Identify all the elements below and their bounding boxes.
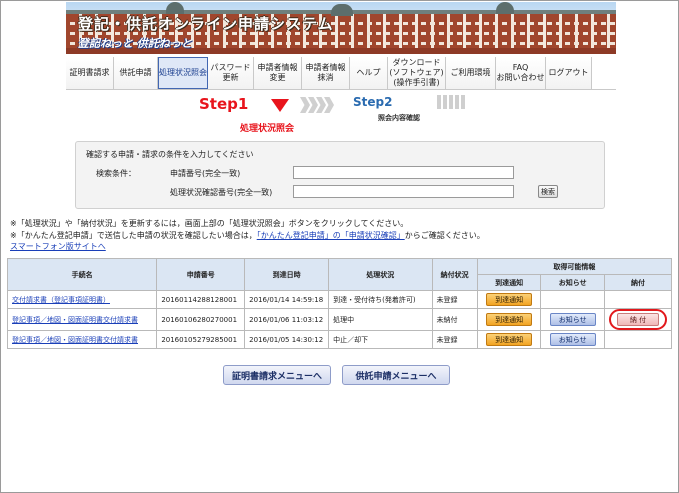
notice-button[interactable]: お知らせ bbox=[549, 313, 596, 326]
arrival-datetime-cell: 2016/01/05 14:30:12 bbox=[244, 330, 330, 349]
payment-status-cell: 未納付 bbox=[431, 308, 478, 331]
col-header-notice: お知らせ bbox=[540, 274, 605, 291]
procedure-link[interactable]: 交付請求書（登記事項証明書） bbox=[12, 296, 110, 304]
search-instruction: 確認する申請・請求の条件を入力してください bbox=[86, 150, 254, 159]
payment-cell bbox=[603, 330, 673, 349]
arrival-notice-button[interactable]: 到達通知 bbox=[486, 313, 533, 326]
col-header-arrival-notice: 到達通知 bbox=[476, 274, 542, 291]
step1-caption: 処理状況照会 bbox=[240, 124, 295, 134]
smartphone-site-link[interactable]: スマートフォン版サイトへ bbox=[10, 241, 106, 252]
arrival-datetime-cell: 2016/01/06 11:03:12 bbox=[244, 308, 330, 331]
step2-caption: 照会内容確認 bbox=[378, 114, 420, 122]
arrival-notice-cell: 到達通知 bbox=[476, 290, 542, 309]
status-cell: 処理中 bbox=[328, 308, 433, 331]
col-header-procedure: 手続名 bbox=[6, 258, 158, 291]
col-header-arrival-datetime: 到達日時 bbox=[244, 258, 330, 291]
col-header-status: 処理状況 bbox=[328, 258, 433, 291]
step1-label: Step1 bbox=[199, 95, 249, 113]
deposit-menu-button[interactable]: 供託申請メニューへ bbox=[342, 365, 450, 385]
nav-help[interactable]: ヘルプ bbox=[350, 57, 388, 89]
payment-button[interactable]: 納 付 bbox=[616, 313, 659, 326]
current-step-arrow-icon bbox=[271, 99, 289, 112]
application-number-label: 申請番号(完全一致) bbox=[170, 169, 241, 178]
application-no-cell: 20160106280270001 bbox=[156, 308, 246, 331]
search-button[interactable]: 検索 bbox=[538, 185, 558, 198]
col-header-payment-status: 納付状況 bbox=[431, 258, 478, 291]
table-row: 交付請求書（登記事項証明書） 20160114288128001 2016/01… bbox=[6, 290, 673, 309]
status-number-input[interactable] bbox=[293, 185, 514, 198]
status-results-table: 手続名 申請番号 到達日時 処理状況 納付状況 取得可能情報 到達通知 お知らせ… bbox=[6, 258, 673, 349]
note-easy-registration-pre: ※「かんたん登記申請」で送信した申請の状況を確認したい場合は， bbox=[10, 231, 257, 240]
payment-cell bbox=[603, 290, 673, 309]
step-progress-stripes bbox=[437, 95, 467, 109]
header-banner: 登記・供託オンライン申請システム 登記ねっと 供託ねっと bbox=[66, 2, 616, 54]
nav-status-inquiry[interactable]: 処理状況照会 bbox=[158, 57, 208, 89]
note-easy-registration-post: からご確認ください。 bbox=[404, 231, 485, 240]
building-dome bbox=[331, 4, 353, 16]
nav-password-update[interactable]: パスワード 更新 bbox=[208, 57, 254, 89]
col-header-application-no: 申請番号 bbox=[156, 258, 246, 291]
certificate-menu-button[interactable]: 証明書請求メニューへ bbox=[223, 365, 331, 385]
payment-cell: 納 付 bbox=[603, 308, 673, 331]
nav-faq-contact[interactable]: FAQ お問い合わせ bbox=[496, 57, 546, 89]
payment-highlight-ring: 納 付 bbox=[608, 309, 667, 330]
nav-deposit-application[interactable]: 供託申請 bbox=[114, 57, 158, 89]
search-conditions-label: 検索条件： bbox=[96, 169, 136, 178]
nav-applicant-info-delete[interactable]: 申請者情報 抹消 bbox=[302, 57, 350, 89]
arrival-notice-cell: 到達通知 bbox=[476, 330, 542, 349]
site-subtitle: 登記ねっと 供託ねっと bbox=[78, 37, 192, 50]
nav-logout[interactable]: ログアウト bbox=[546, 57, 592, 89]
application-no-cell: 20160105279285001 bbox=[156, 330, 246, 349]
site-title: 登記・供託オンライン申請システム bbox=[78, 15, 334, 33]
nav-environment[interactable]: ご利用環境 bbox=[446, 57, 496, 89]
arrival-datetime-cell: 2016/01/14 14:59:18 bbox=[244, 290, 330, 309]
step2-label: Step2 bbox=[353, 95, 393, 109]
procedure-cell: 登記事項／地図・図面証明書交付請求書 bbox=[6, 330, 158, 349]
nav-download[interactable]: ダウンロード (ソフトウェア) (操作手引書) bbox=[388, 57, 446, 89]
nav-divider bbox=[66, 89, 616, 90]
arrival-notice-button[interactable]: 到達通知 bbox=[486, 293, 533, 306]
status-cell: 中止／却下 bbox=[328, 330, 433, 349]
table-row: 登記事項／地図・図面証明書交付請求書 20160105279285001 201… bbox=[6, 330, 673, 349]
payment-status-cell: 未登録 bbox=[431, 330, 478, 349]
status-number-label: 処理状況確認番号(完全一致) bbox=[170, 188, 273, 197]
procedure-link[interactable]: 登記事項／地図・図面証明書交付請求書 bbox=[12, 336, 138, 344]
easy-registration-status-link[interactable]: 「かんたん登記申請」の「申請状況確認」 bbox=[257, 231, 405, 240]
col-header-obtainable-info: 取得可能情報 bbox=[476, 258, 673, 275]
procedure-cell: 交付請求書（登記事項証明書） bbox=[6, 290, 158, 309]
nav-certificate-request[interactable]: 証明書請求 bbox=[66, 57, 114, 89]
building-dome bbox=[496, 2, 514, 14]
main-nav: 証明書請求 供託申請 処理状況照会 パスワード 更新 申請者情報 変更 申請者情… bbox=[66, 57, 592, 89]
payment-status-cell: 未登録 bbox=[431, 290, 478, 309]
notice-button[interactable]: お知らせ bbox=[549, 333, 596, 346]
table-row: 登記事項／地図・図面証明書交付請求書 20160106280270001 201… bbox=[6, 308, 673, 331]
arrival-notice-cell: 到達通知 bbox=[476, 308, 542, 331]
col-header-payment: 納付 bbox=[603, 274, 673, 291]
application-number-input[interactable] bbox=[293, 166, 514, 179]
procedure-link[interactable]: 登記事項／地図・図面証明書交付請求書 bbox=[12, 316, 138, 324]
nav-applicant-info-change[interactable]: 申請者情報 変更 bbox=[254, 57, 302, 89]
note-easy-registration: ※「かんたん登記申請」で送信した申請の状況を確認したい場合は，「かんたん登記申請… bbox=[10, 230, 485, 241]
procedure-cell: 登記事項／地図・図面証明書交付請求書 bbox=[6, 308, 158, 331]
application-no-cell: 20160114288128001 bbox=[156, 290, 246, 309]
notice-cell: お知らせ bbox=[540, 330, 605, 349]
arrival-notice-button[interactable]: 到達通知 bbox=[486, 333, 533, 346]
notice-cell bbox=[540, 290, 605, 309]
status-cell: 到達・受付待ち(発着許可) bbox=[328, 290, 433, 309]
note-refresh-status: ※「処理状況」や「納付状況」を更新するには，画面上部の「処理状況照会」ボタンをク… bbox=[10, 219, 409, 228]
notice-cell: お知らせ bbox=[540, 308, 605, 331]
